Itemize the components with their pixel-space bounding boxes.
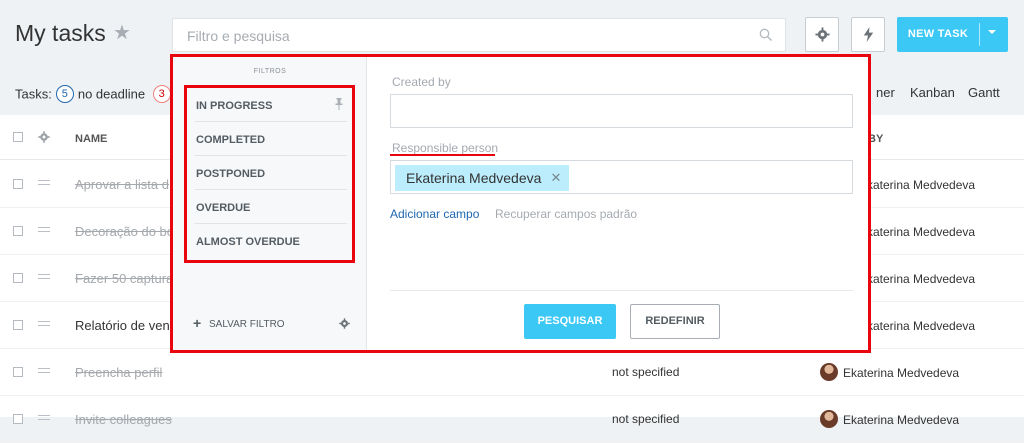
created-by-label: Created by xyxy=(392,75,451,89)
counters-label: Tasks: xyxy=(15,86,52,102)
settings-button[interactable] xyxy=(805,17,839,52)
search-icon[interactable] xyxy=(759,28,773,42)
task-name[interactable]: Fazer 50 captura xyxy=(75,271,173,286)
preset-label: IN PROGRESS xyxy=(196,100,273,112)
preset-completed[interactable]: COMPLETED xyxy=(195,122,347,156)
new-task-separator xyxy=(979,23,980,46)
overdue-count[interactable]: 3 xyxy=(152,85,171,103)
task-name[interactable]: Invite colleagues xyxy=(75,412,172,427)
drag-handle-icon[interactable] xyxy=(38,368,50,373)
preset-label: OVERDUE xyxy=(196,202,251,214)
add-field-link[interactable]: Adicionar campo xyxy=(390,207,479,221)
gear-icon xyxy=(815,27,830,42)
gear-icon[interactable] xyxy=(339,318,350,329)
responsible-tag-label: Ekaterina Medvedeva xyxy=(406,170,542,186)
preset-in-progress[interactable]: IN PROGRESS xyxy=(195,88,347,122)
preset-list: IN PROGRESS COMPLETED POSTPONED OVERDUE … xyxy=(184,85,355,263)
view-gantt[interactable]: Gantt xyxy=(968,85,1000,100)
automation-button[interactable] xyxy=(851,17,885,52)
view-kanban[interactable]: Kanban xyxy=(910,85,955,100)
column-name-header[interactable]: NAME xyxy=(75,133,107,145)
responsible-name[interactable]: katerina Medvedeva xyxy=(867,319,975,333)
new-task-label: NEW TASK xyxy=(907,28,969,40)
no-deadline-label[interactable]: no deadline xyxy=(78,87,145,102)
row-checkbox[interactable] xyxy=(13,226,23,236)
preset-label: POSTPONED xyxy=(196,168,266,180)
drag-handle-icon[interactable] xyxy=(38,180,50,185)
row-checkbox[interactable] xyxy=(13,367,23,377)
drag-handle-icon[interactable] xyxy=(38,274,50,279)
responsible-name[interactable]: katerina Medvedeva xyxy=(867,272,975,286)
row-checkbox[interactable] xyxy=(13,320,23,330)
star-icon[interactable]: ★ xyxy=(113,20,131,45)
table-row[interactable]: Preencha perfil not specified Ekaterina … xyxy=(0,349,1024,396)
search-placeholder: Filtro e pesquisa xyxy=(187,28,290,44)
table-row[interactable]: Invite colleagues not specified Ekaterin… xyxy=(0,396,1024,443)
search-input[interactable]: Filtro e pesquisa xyxy=(172,18,786,52)
responsible-field[interactable]: Ekaterina Medvedeva ✕ xyxy=(390,160,853,194)
task-name[interactable]: Decoração do bo xyxy=(75,224,174,239)
search-button[interactable]: PESQUISAR xyxy=(524,304,616,339)
annotation-underline xyxy=(390,154,495,156)
restore-fields-link[interactable]: Recuperar campos padrão xyxy=(495,207,637,221)
preset-label: ALMOST OVERDUE xyxy=(196,236,300,248)
no-deadline-count[interactable]: 5 xyxy=(55,85,74,103)
preset-label: COMPLETED xyxy=(196,134,266,146)
task-counters: Tasks: 5 no deadline 3 xyxy=(15,85,175,103)
filter-presets-sidebar: FILTROS IN PROGRESS COMPLETED POSTPONED … xyxy=(173,57,367,350)
filters-title: FILTROS xyxy=(253,68,287,75)
filter-fields: Created by Responsible person Ekaterina … xyxy=(368,57,868,350)
view-planner[interactable]: ner xyxy=(876,85,895,100)
responsible-label: Responsible person xyxy=(392,141,499,155)
responsible-name[interactable]: Ekaterina Medvedeva xyxy=(843,366,959,380)
row-checkbox[interactable] xyxy=(13,273,23,283)
column-settings-icon[interactable] xyxy=(38,131,50,143)
plus-icon[interactable]: + xyxy=(193,315,201,331)
preset-almost-overdue[interactable]: ALMOST OVERDUE xyxy=(195,224,347,258)
chevron-down-icon[interactable] xyxy=(988,30,996,34)
reset-button[interactable]: REDEFINIR xyxy=(630,304,720,339)
filter-panel: FILTROS IN PROGRESS COMPLETED POSTPONED … xyxy=(170,54,871,353)
avatar[interactable] xyxy=(820,363,838,381)
pin-icon[interactable] xyxy=(335,98,343,110)
task-name[interactable]: Preencha perfil xyxy=(75,365,162,380)
task-name[interactable]: Relatório de ven xyxy=(75,318,170,333)
drag-handle-icon[interactable] xyxy=(38,321,50,326)
drag-handle-icon[interactable] xyxy=(38,227,50,232)
deadline-value[interactable]: not specified xyxy=(612,365,679,379)
row-checkbox[interactable] xyxy=(13,414,23,424)
save-filter-button[interactable]: SALVAR FILTRO xyxy=(209,319,285,330)
task-name[interactable]: Aprovar a lista d xyxy=(75,177,169,192)
new-task-button[interactable]: NEW TASK xyxy=(897,17,1008,52)
lightning-icon xyxy=(863,27,874,42)
close-icon[interactable]: ✕ xyxy=(551,165,562,191)
responsible-tag[interactable]: Ekaterina Medvedeva ✕ xyxy=(395,165,570,191)
responsible-name[interactable]: katerina Medvedeva xyxy=(867,225,975,239)
preset-overdue[interactable]: OVERDUE xyxy=(195,190,347,224)
divider xyxy=(390,290,853,291)
select-all-checkbox[interactable] xyxy=(13,132,23,142)
page-title: My tasks xyxy=(15,20,106,46)
avatar[interactable] xyxy=(820,410,838,428)
drag-handle-icon[interactable] xyxy=(38,415,50,420)
created-by-field[interactable] xyxy=(390,94,853,128)
responsible-name[interactable]: Ekaterina Medvedeva xyxy=(843,413,959,427)
preset-postponed[interactable]: POSTPONED xyxy=(195,156,347,190)
deadline-value[interactable]: not specified xyxy=(612,412,679,426)
row-checkbox[interactable] xyxy=(13,179,23,189)
responsible-name[interactable]: katerina Medvedeva xyxy=(867,178,975,192)
